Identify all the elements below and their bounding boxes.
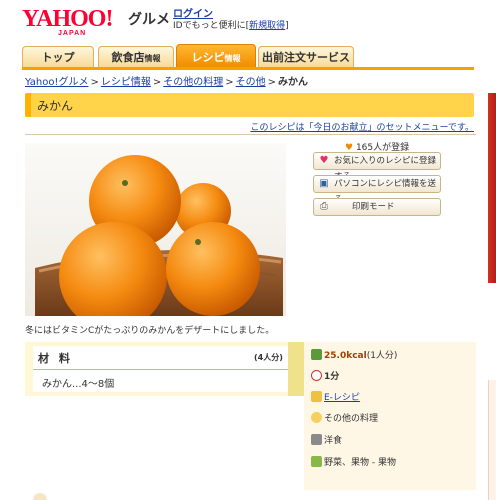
section-name[interactable]: グルメ [128,9,170,29]
side-ad-panel[interactable] [488,380,496,500]
cuisine-row: 洋食 [311,433,342,446]
breadcrumb-other-dishes[interactable]: その他の料理 [163,77,223,88]
breadcrumb-other[interactable]: その他 [236,77,266,88]
breadcrumb: Yahoo!グルメ > レシピ情報 > その他の料理 > その他 > みかん [25,73,308,88]
time-value: 1分 [324,372,340,382]
set-menu-link[interactable]: このレシピは「今日のお献立」のセットメニューです。 [250,120,474,133]
ingredient-item: みかん...4～8個 [42,379,115,390]
recipe-title-bar: みかん [25,93,474,117]
yahoo-japan-logo[interactable]: YAHOO! JAPAN [22,6,113,37]
favorite-button[interactable]: ♥お気に入りのレシピに登録する [313,152,441,182]
vegetable-icon [311,456,322,467]
tab-delivery-label: 出前注文サービス [262,51,350,64]
calories-unit: (1人分) [366,351,398,361]
tab-restaurants-label: 飲食店 [111,51,145,64]
breadcrumb-current: みかん [278,77,309,88]
mandarin-photo-illustration [25,143,286,316]
fork-knife-icon [311,434,322,445]
tab-restaurants[interactable]: 飲食店情報 [98,46,174,68]
print-button-label: 印刷モード [352,202,395,212]
tab-restaurants-sub: 情報 [144,54,161,63]
printer-icon: ⎙ [320,201,328,212]
calorie-icon [311,349,322,360]
chef-icon [311,391,322,402]
recipe-title: みかん [37,99,74,113]
print-button[interactable]: ⎙ 印刷モード [313,198,441,216]
clock-icon [311,370,322,381]
breadcrumb-sep: > [225,77,234,88]
breadcrumb-gourmet[interactable]: Yahoo!グルメ [25,77,88,88]
ingredients-divider [33,369,288,370]
register-link[interactable]: 新規取得 [249,21,285,31]
send-to-pc-button[interactable]: ▣パソコンにレシピ情報を送る [313,175,441,205]
heart-icon: ♥ [319,155,329,166]
logo-sub-text: JAPAN [58,30,87,37]
recipe-photo [25,143,286,316]
ingredients-servings: (4人分) [254,353,283,362]
tab-recipes[interactable]: レシピ情報 [176,44,256,68]
register-bracket: ] [285,21,289,31]
login-note-text: IDでもっと便利に[ [173,21,250,31]
bottom-decoration [33,493,47,500]
category-row: その他の料理 [311,411,378,424]
cuisine-value: 洋食 [324,436,343,446]
photo-caption: 冬にはビタミンCがたっぷりのみかんをデザートにしました。 [25,326,275,336]
breadcrumb-sep: > [152,77,162,88]
tab-recipes-label: レシピ [191,51,225,64]
difficulty-row: E-レシピ [311,390,360,403]
time-row: 1分 [311,369,339,382]
tab-delivery[interactable]: 出前注文サービス [258,46,354,68]
ingredients-box-edge [288,342,304,396]
side-ad-banner[interactable] [488,93,496,283]
category-value: その他の料理 [324,414,379,424]
breadcrumb-sep: > [90,77,99,88]
logo-text: YAHOO! [22,6,113,32]
calories-row: 25.0kcal(1人分) [311,348,397,361]
tab-underline [22,67,474,70]
login-note: IDでもっと便利に[新規取得] [173,18,289,31]
ingredient-type-row: 野菜、果物 - 果物 [311,455,396,468]
ingredient-type-value: 野菜、果物 - 果物 [324,458,396,468]
tab-top[interactable]: トップ [22,46,94,68]
divider [25,134,476,135]
tab-top-label: トップ [41,51,75,64]
breadcrumb-recipes[interactable]: レシピ情報 [101,77,151,88]
header: YAHOO! JAPAN グルメ ログイン IDでもっと便利に[新規取得] [0,0,496,44]
tab-recipes-sub: 情報 [224,54,241,63]
ingredients-title: 材 料 [38,352,73,365]
flower-icon [311,412,322,423]
difficulty-link[interactable]: E-レシピ [324,393,360,403]
computer-icon: ▣ [319,178,329,189]
calories-value: 25.0kcal [324,351,367,361]
breadcrumb-sep: > [267,77,277,88]
